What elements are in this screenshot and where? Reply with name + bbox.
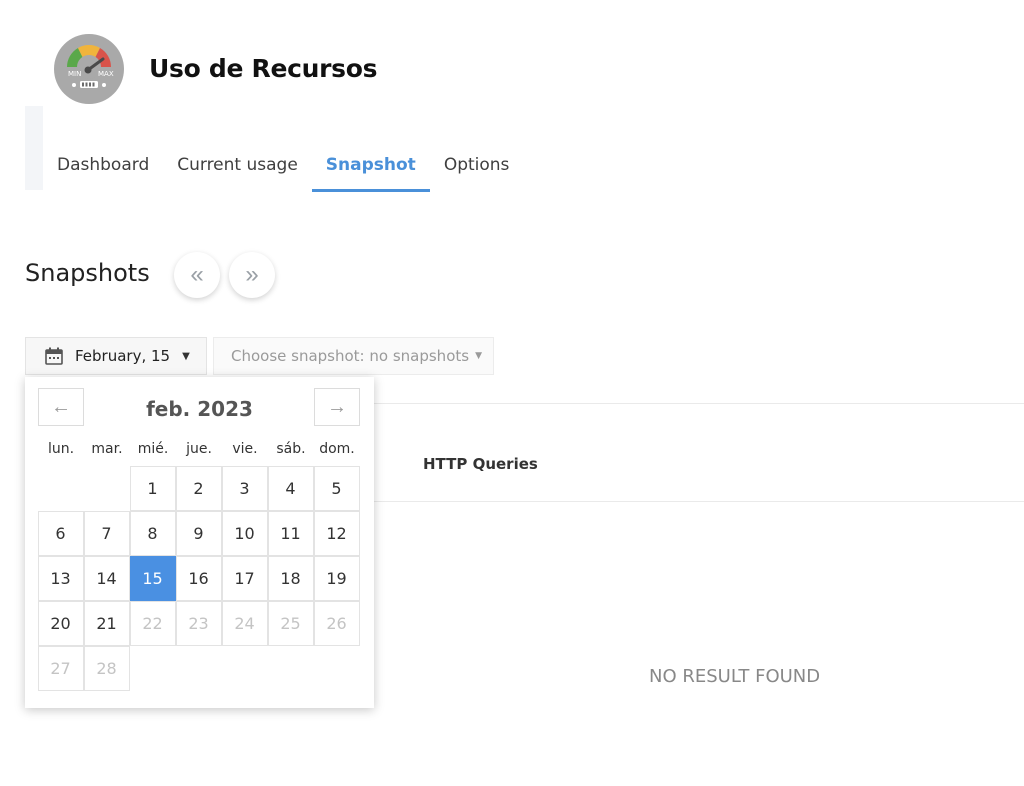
caret-down-icon: ▼ <box>475 351 482 361</box>
calendar-icon <box>45 347 63 365</box>
weekday-label: vie. <box>232 441 258 457</box>
weekday-label: lun. <box>47 441 75 457</box>
calendar-day[interactable]: 12 <box>313 510 360 556</box>
tab-dashboard[interactable]: Dashboard <box>43 140 163 192</box>
calendar-popover: ← feb. 2023 → lun. mar. mié. jue. vie. s… <box>25 377 374 708</box>
calendar-day: 25 <box>267 600 314 646</box>
calendar-day[interactable]: 2 <box>175 465 222 511</box>
calendar-day[interactable]: 1 <box>129 465 176 511</box>
calendar-day-selected[interactable]: 15 <box>129 555 176 601</box>
calendar-day[interactable]: 6 <box>37 510 84 556</box>
svg-text:MAX: MAX <box>98 70 114 78</box>
calendar-day[interactable]: 3 <box>221 465 268 511</box>
weekday-label: jue. <box>186 441 212 457</box>
previous-snapshot-button[interactable]: « <box>174 252 220 298</box>
calendar-day[interactable]: 10 <box>221 510 268 556</box>
tab-snapshot[interactable]: Snapshot <box>311 140 430 192</box>
calendar-day[interactable]: 21 <box>83 600 130 646</box>
calendar-day[interactable]: 16 <box>175 555 222 601</box>
calendar-day[interactable]: 18 <box>267 555 314 601</box>
caret-down-icon: ▼ <box>182 350 190 362</box>
calendar-day[interactable]: 7 <box>83 510 130 556</box>
calendar-day: 27 <box>37 645 84 691</box>
date-picker-button[interactable]: February, 15 ▼ <box>25 337 207 375</box>
calendar-day[interactable]: 4 <box>267 465 314 511</box>
calendar-day[interactable]: 17 <box>221 555 268 601</box>
table-divider <box>374 501 1024 502</box>
snapshot-select[interactable]: Choose snapshot: no snapshots ▼ <box>213 337 494 375</box>
calendar-day: 23 <box>175 600 222 646</box>
tab-current-usage[interactable]: Current usage <box>163 140 312 192</box>
calendar-day[interactable]: 19 <box>313 555 360 601</box>
calendar-day[interactable]: 11 <box>267 510 314 556</box>
next-snapshot-button[interactable]: » <box>229 252 275 298</box>
double-chevron-right-icon: » <box>245 261 259 288</box>
weekday-label: sáb. <box>276 441 306 457</box>
calendar-day: 28 <box>83 645 130 691</box>
arrow-right-icon: → <box>327 395 347 418</box>
table-divider <box>374 403 1024 404</box>
app-logo: MIN MAX <box>54 34 124 104</box>
weekday-label: dom. <box>319 441 355 457</box>
calendar-day: 26 <box>313 600 360 646</box>
calendar-day: 22 <box>129 600 176 646</box>
calendar-day[interactable]: 8 <box>129 510 176 556</box>
calendar-day[interactable]: 20 <box>37 600 84 646</box>
svg-text:MIN: MIN <box>68 70 81 78</box>
next-month-button[interactable]: → <box>314 388 360 426</box>
empty-message: NO RESULT FOUND <box>649 666 821 687</box>
calendar-day: 24 <box>221 600 268 646</box>
calendar-day[interactable]: 5 <box>313 465 360 511</box>
weekday-label: mar. <box>91 441 123 457</box>
tab-options[interactable]: Options <box>430 140 524 192</box>
tab-bar: Dashboard Current usage Snapshot Options <box>43 140 523 192</box>
column-header-http-queries: HTTP Queries <box>423 455 538 473</box>
app-title: Uso de Recursos <box>149 54 378 83</box>
tabs-accent <box>25 106 43 190</box>
snapshot-select-label: Choose snapshot: no snapshots <box>231 347 470 365</box>
calendar-day[interactable]: 13 <box>37 555 84 601</box>
double-chevron-left-icon: « <box>190 261 204 288</box>
section-title: Snapshots <box>25 259 150 287</box>
calendar-day[interactable]: 9 <box>175 510 222 556</box>
weekday-label: mié. <box>137 441 169 457</box>
date-label: February, 15 <box>75 347 171 365</box>
calendar-day[interactable]: 14 <box>83 555 130 601</box>
